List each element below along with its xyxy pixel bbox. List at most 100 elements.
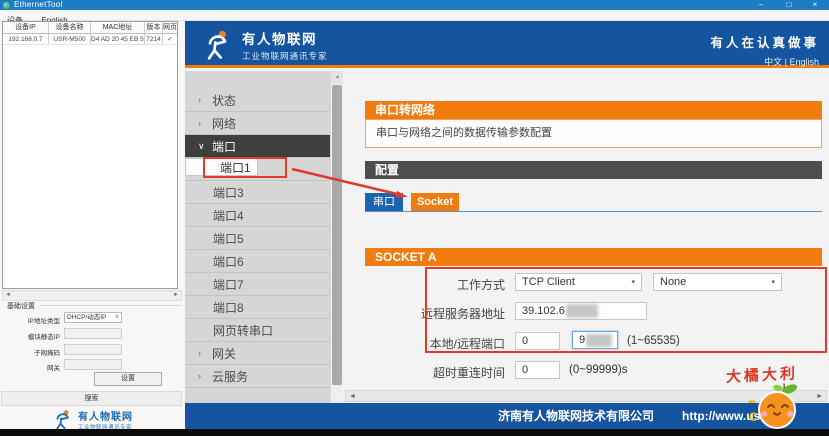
- nav-ports[interactable]: ∨ 端口: [185, 135, 330, 158]
- nav-port6[interactable]: 端口6: [185, 250, 330, 273]
- caret-down-icon: ▾: [771, 278, 775, 286]
- work-mode-secondary-value: None: [660, 276, 686, 288]
- port-label: 本地/远程端口: [395, 335, 505, 352]
- static-ip-field[interactable]: [64, 328, 122, 339]
- nav-port4[interactable]: 端口4: [185, 204, 330, 227]
- nav-gateway[interactable]: › 网关: [185, 342, 330, 365]
- reconnect-range-hint: (0~99999)s: [569, 364, 628, 376]
- nav-status[interactable]: › 状态: [185, 89, 330, 112]
- title-bar: EthernetTool – □ ×: [0, 0, 829, 10]
- local-port-field[interactable]: [515, 332, 560, 350]
- web-footer: 济南有人物联网技术有限公司 http://www.usr.cn: [185, 403, 829, 429]
- mascot-badge-letter: C: [749, 410, 758, 424]
- config-section-bar: 配置: [365, 161, 822, 179]
- footer-company: 济南有人物联网技术有限公司: [498, 403, 654, 429]
- language-switch[interactable]: 中文 | English: [710, 55, 819, 68]
- search-button[interactable]: 搜索: [1, 391, 182, 406]
- device-name: USR-M500: [49, 34, 91, 44]
- minimize-button[interactable]: –: [749, 0, 773, 10]
- reconnect-field[interactable]: [515, 361, 560, 379]
- set-button[interactable]: 设置: [94, 372, 162, 386]
- gateway-field[interactable]: [64, 359, 122, 370]
- groupbox-divider: [40, 305, 181, 306]
- socket-a-bar: SOCKET A: [365, 248, 822, 266]
- device-table: 设备IP 设备名称 MAC地址 版本 网页 192.168.0.7 USR-M5…: [2, 21, 178, 289]
- static-ip-label: 模块静态IP: [0, 331, 60, 341]
- web-brand: 有人物联网 工业物联网通讯专家: [201, 28, 328, 62]
- nav-port1[interactable]: 端口1: [185, 158, 258, 176]
- ethernet-tool-window: EthernetTool – □ × 设备 English 设备IP 设备名称 …: [0, 0, 829, 436]
- scroll-right-icon[interactable]: ►: [173, 291, 179, 300]
- menu-bar: 设备 English: [0, 10, 829, 21]
- web-header: 有人物联网 工业物联网通讯专家 有人在认真做事 中文 | English: [185, 21, 829, 68]
- nav-label: 端口5: [213, 230, 244, 247]
- device-row[interactable]: 192.168.0.7 USR-M500 D4 AD 20 45 EB 51 7…: [3, 34, 177, 45]
- device-ip: 192.168.0.7: [3, 34, 49, 44]
- bottom-black-strip: [0, 429, 829, 436]
- main-content: 串口转网络 串口与网络之间的数据传输参数配置 配置 串口 Socket SOCK…: [343, 71, 829, 403]
- col-web: 网页: [163, 22, 177, 33]
- maximize-button[interactable]: □: [777, 0, 801, 10]
- ip-type-value: DHCP/动态IP: [67, 313, 106, 322]
- nav-network[interactable]: › 网络: [185, 112, 330, 135]
- redaction-blur: [566, 304, 598, 318]
- app-logo-brand: 有人物联网: [78, 408, 133, 423]
- nav-cloud[interactable]: › 云服务: [185, 365, 330, 388]
- work-mode-select[interactable]: TCP Client ▾: [515, 273, 642, 291]
- section-title-bar: 串口转网络: [365, 101, 822, 119]
- nav-label: 云服务: [212, 368, 248, 385]
- chevron-right-icon: ›: [198, 371, 212, 381]
- device-mac: D4 AD 20 45 EB 51: [91, 34, 145, 44]
- col-device-name: 设备名称: [49, 22, 91, 33]
- tab-socket[interactable]: Socket: [411, 193, 459, 211]
- nav-port5[interactable]: 端口5: [185, 227, 330, 250]
- section-description: 串口与网络之间的数据传输参数配置: [365, 119, 822, 148]
- tab-underline: [365, 211, 822, 212]
- col-mac: MAC地址: [91, 22, 145, 33]
- nav-label: 端口8: [213, 299, 244, 316]
- nav-port7[interactable]: 端口7: [185, 273, 330, 296]
- nav-label: 端口4: [213, 207, 244, 224]
- tab-serial[interactable]: 串口: [365, 193, 403, 211]
- sidebar-nav: › 状态 › 网络 ∨ 端口 端口1 端口2 端口3 端口4: [185, 71, 330, 403]
- scroll-right-icon[interactable]: ►: [816, 391, 823, 402]
- scrollbar-thumb[interactable]: [332, 85, 342, 385]
- web-brand-slogan: 工业物联网通讯专家: [242, 50, 328, 62]
- nav-label: 网页转串口: [213, 322, 273, 339]
- app-footer-logo: 有人物联网 工业物联网通讯专家: [0, 408, 185, 431]
- basic-settings-title: 基础设置: [5, 301, 37, 311]
- nav-label: 端口1: [220, 159, 251, 176]
- chevron-down-icon: ∨: [115, 313, 119, 322]
- scroll-left-icon[interactable]: ◄: [5, 291, 11, 300]
- nav-web-to-serial[interactable]: 网页转串口: [185, 319, 330, 342]
- nav-port3[interactable]: 端口3: [185, 181, 330, 204]
- col-device-ip: 设备IP: [3, 22, 49, 33]
- device-version: 7214: [145, 34, 163, 44]
- chevron-down-icon: ∨: [198, 141, 212, 152]
- nav-label: 状态: [212, 92, 236, 109]
- port-range-hint: (1~65535): [627, 335, 680, 347]
- work-mode-secondary-select[interactable]: None ▾: [653, 273, 782, 291]
- subnet-mask-label: 子网掩码: [0, 347, 60, 357]
- device-web-link[interactable]: ✓: [163, 34, 177, 44]
- redaction-blur: [586, 334, 612, 347]
- device-table-header: 设备IP 设备名称 MAC地址 版本 网页: [3, 22, 177, 34]
- web-brand-name: 有人物联网: [242, 28, 328, 48]
- nav-label: 端口7: [213, 276, 244, 293]
- close-button[interactable]: ×: [803, 0, 827, 10]
- scroll-left-icon[interactable]: ◄: [349, 391, 356, 402]
- ip-type-select[interactable]: DHCP/动态IP ∨: [64, 312, 122, 323]
- nav-port8[interactable]: 端口8: [185, 296, 330, 319]
- chevron-right-icon: ›: [198, 348, 212, 358]
- subnet-mask-field[interactable]: [64, 344, 122, 355]
- usr-person-icon: [52, 409, 74, 431]
- work-mode-value: TCP Client: [522, 276, 575, 288]
- usr-person-icon-white: [201, 29, 235, 61]
- chevron-right-icon: ›: [198, 95, 212, 105]
- nav-label: 端口: [212, 138, 236, 155]
- page-vertical-scrollbar[interactable]: ▴: [330, 71, 343, 403]
- web-config-page: 有人物联网 工业物联网通讯专家 有人在认真做事 中文 | English › 状…: [185, 21, 829, 429]
- ip-type-label: IP地址类型: [0, 315, 60, 325]
- table-horizontal-scrollbar[interactable]: ◄ ►: [2, 290, 182, 301]
- chevron-right-icon: ›: [198, 118, 212, 128]
